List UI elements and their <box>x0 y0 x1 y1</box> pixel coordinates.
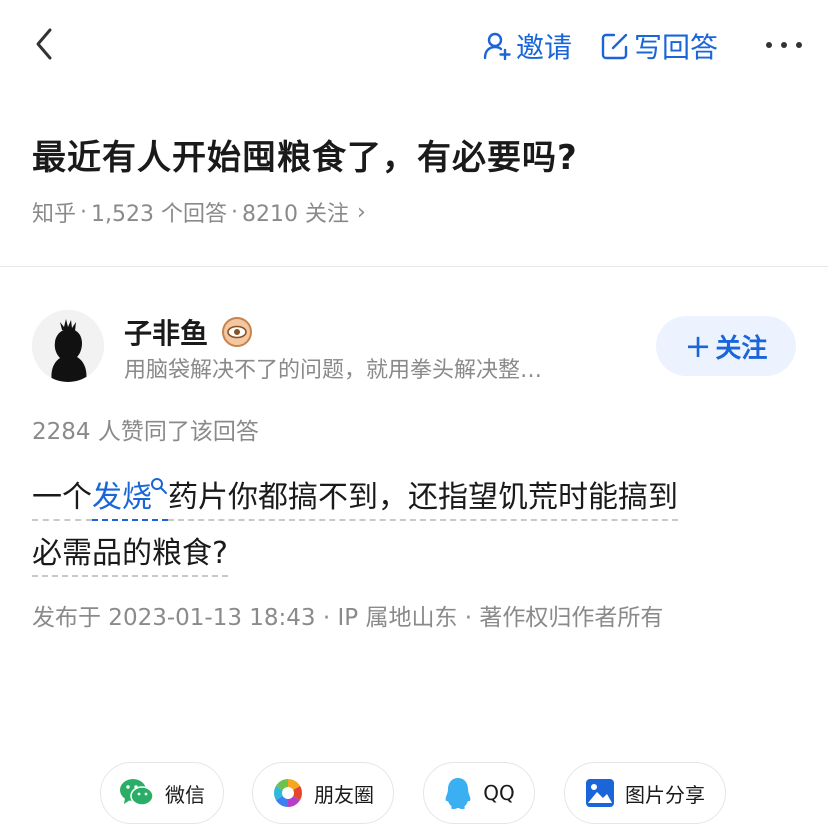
author-name-text: 子非鱼 <box>124 317 209 350</box>
share-image-button[interactable]: 图片分享 <box>564 762 726 824</box>
author-bio: 用脑袋解决不了的问题，就用拳头解决整… <box>124 358 543 383</box>
publish-info: 发布于 2023-01-13 18:43 · IP 属地山东 · 著作权归作者所… <box>32 605 664 631</box>
question-source: 知乎 <box>32 202 77 227</box>
edit-icon <box>601 33 628 60</box>
invite-button[interactable]: 邀请 <box>482 26 572 66</box>
answer-body: 一个发烧 药片你都搞不到，还指望饥荒时能搞到 必需品的粮食? <box>32 470 802 582</box>
follow-label: 关注 <box>715 333 768 364</box>
share-qq-button[interactable]: QQ <box>423 762 535 824</box>
chevron-left-icon <box>36 28 52 60</box>
share-image-label: 图片分享 <box>625 782 705 807</box>
write-answer-label: 写回答 <box>634 31 719 64</box>
upvote-count: 2284 人赞同了该回答 <box>32 419 259 445</box>
top-bar: 邀请 写回答 <box>0 0 828 90</box>
person-add-icon <box>483 32 511 61</box>
follow-button[interactable]: + 关注 <box>656 316 796 376</box>
eye-badge-icon <box>222 317 253 347</box>
question-meta[interactable]: 知乎 · 1,523 个回答 · 8210 关注 › <box>32 196 366 228</box>
share-wechat-button[interactable]: 微信 <box>100 762 224 824</box>
keyword-text: 发烧 <box>92 480 152 515</box>
answer-text-line2: 必需品的粮食? <box>32 536 228 577</box>
share-qq-label: QQ <box>483 781 515 805</box>
write-answer-button[interactable]: 写回答 <box>600 26 718 66</box>
share-bar: 微信 朋友圈 QQ 图片分享 <box>0 762 828 828</box>
author-avatar[interactable] <box>32 310 104 382</box>
answer-count: 1,523 个回答 <box>91 202 227 227</box>
meta-separator: · <box>231 199 238 225</box>
moments-icon <box>274 779 302 807</box>
more-button[interactable] <box>764 30 804 60</box>
search-keyword-link[interactable]: 发烧 <box>92 478 168 521</box>
follow-count: 8210 关注 <box>242 202 349 227</box>
answer-text-line1: 药片你都搞不到，还指望饥荒时能搞到 <box>168 480 678 521</box>
meta-separator: · <box>80 199 88 225</box>
chevron-right-icon: › <box>356 199 366 225</box>
author-name[interactable]: 子非鱼 <box>124 312 253 352</box>
search-icon <box>151 478 167 494</box>
invite-label: 邀请 <box>516 31 573 64</box>
silhouette-avatar-icon <box>32 310 104 382</box>
answer-text-start: 一个 <box>32 480 92 521</box>
qq-icon <box>445 778 471 809</box>
question-title[interactable]: 最近有人开始囤粮食了，有必要吗? <box>32 130 578 179</box>
divider <box>0 266 828 267</box>
image-share-icon <box>586 779 614 807</box>
share-moments-label: 朋友圈 <box>314 782 374 807</box>
back-button[interactable] <box>30 24 64 64</box>
share-moments-button[interactable]: 朋友圈 <box>252 762 394 824</box>
share-wechat-label: 微信 <box>165 782 205 807</box>
more-dots-icon <box>766 42 802 48</box>
wechat-icon <box>120 779 154 806</box>
plus-icon: + <box>684 327 712 365</box>
